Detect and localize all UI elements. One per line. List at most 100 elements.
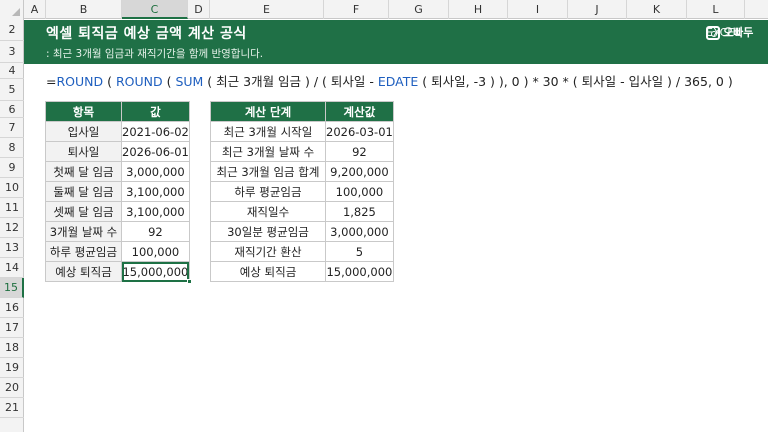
step-cell[interactable]: 최근 3개월 날짜 수 [210,141,326,162]
formula-function: ROUND [115,74,163,89]
result-cell[interactable]: 3,000,000 [325,221,394,242]
table-row: 셋째 달 임금 3,100,000 [45,201,190,222]
value-cell[interactable]: 3,100,000 [121,181,190,202]
column-header-F[interactable]: F [324,0,389,19]
row-header-5[interactable]: 5 [0,79,24,101]
input-table: 항목 값 입사일 2021-06-02 퇴사일 2026-06-01 첫째 달 임금… [45,101,192,284]
table-row: 최근 3개월 날짜 수 92 [210,141,394,162]
column-header-H[interactable]: H [449,0,508,19]
select-all-corner[interactable] [0,0,24,19]
row-header-14[interactable]: 14 [0,258,24,278]
selected-result-cell[interactable]: 15,000,000 [121,261,192,284]
column-header-K[interactable]: K [627,0,687,19]
row-header-7[interactable]: 7 [0,118,24,138]
table-row: 3개월 날짜 수 92 [45,221,190,242]
item-cell[interactable]: 둘째 달 임금 [45,181,122,202]
formula-part: ( [162,74,176,89]
formula-part: ( [103,74,116,89]
result-value: 15,000,000 [122,264,189,279]
row-header-11[interactable]: 11 [0,198,24,218]
result-cell[interactable]: 2026-03-01 [325,121,394,142]
fill-handle[interactable] [186,279,192,284]
header-item[interactable]: 항목 [45,101,122,122]
row-header-20[interactable]: 20 [0,378,24,398]
step-cell[interactable]: 최근 3개월 임금 합계 [210,161,326,182]
column-header-G[interactable]: G [389,0,449,19]
row-header-12[interactable]: 12 [0,218,24,238]
row-header-13[interactable]: 13 [0,238,24,258]
value-cell[interactable]: 92 [121,221,190,242]
result-cell[interactable]: 5 [325,241,394,262]
table-row: 예상 퇴직금 15,000,000 [45,261,192,284]
value-cell[interactable]: 100,000 [121,241,190,262]
value-cell[interactable]: 3,000,000 [121,161,190,182]
calculation-table: 계산 단계 계산값 최근 3개월 시작일 2026-03-01 최근 3개월 날짜… [210,101,394,282]
value-cell[interactable]: 3,100,000 [121,201,190,222]
table-row: 재직일수 1,825 [210,201,394,222]
row-header-18[interactable]: 18 [0,338,24,358]
row-header-21[interactable]: 21 [0,398,24,418]
result-cell[interactable]: 100,000 [325,181,394,202]
column-header-bar: A B C D E F G H I J K L [0,0,768,19]
step-cell[interactable]: 재직일수 [210,201,326,222]
column-header-E[interactable]: E [210,0,324,19]
table-header-row: 항목 값 [45,101,190,122]
column-header-B[interactable]: B [46,0,122,19]
row-header-10[interactable]: 10 [0,178,24,198]
table-row: 퇴사일 2026-06-01 [45,141,190,162]
step-cell[interactable]: 재직기간 환산 [210,241,326,262]
table-row: 최근 3개월 임금 합계 9,200,000 [210,161,394,182]
step-cell[interactable]: 30일분 평균임금 [210,221,326,242]
table-header-row: 계산 단계 계산값 [210,101,394,122]
row-header-bar: 2 3 4 5 6 7 8 9 10 11 12 13 14 15 16 17 … [0,19,24,432]
table-row: 둘째 달 임금 3,100,000 [45,181,190,202]
row-header-16[interactable]: 16 [0,298,24,318]
formula-text[interactable]: =ROUND ( ROUND ( SUM ( 최근 3개월 임금 ) / ( 퇴… [46,71,733,90]
header-result[interactable]: 계산값 [325,101,394,122]
row-header-9[interactable]: 9 [0,158,24,178]
row-header-17[interactable]: 17 [0,318,24,338]
table-row: 예상 퇴직금 15,000,000 [210,261,394,282]
row-header-19[interactable]: 19 [0,358,24,378]
row-header-3[interactable]: 3 [0,41,24,63]
result-cell[interactable]: 15,000,000 [325,261,394,282]
select-all-icon [12,8,20,16]
row-header-4[interactable]: 4 [0,63,24,79]
row-header-8[interactable]: 8 [0,138,24,158]
item-cell[interactable]: 셋째 달 임금 [45,201,122,222]
result-cell[interactable]: 9,200,000 [325,161,394,182]
row-header-15[interactable]: 15 [0,278,24,298]
table-row: 최근 3개월 시작일 2026-03-01 [210,121,394,142]
item-cell[interactable]: 예상 퇴직금 [45,261,122,282]
value-cell[interactable]: 2021-06-02 [121,121,190,142]
table-row: 하루 평균임금 100,000 [210,181,394,202]
column-header-D[interactable]: D [188,0,210,19]
column-header-J[interactable]: J [568,0,627,19]
column-header-A[interactable]: A [24,0,46,19]
table-row: 첫째 달 임금 3,000,000 [45,161,190,182]
item-cell[interactable]: 하루 평균임금 [45,241,122,262]
row-header-2[interactable]: 2 [0,19,24,41]
item-cell[interactable]: 입사일 [45,121,122,142]
table-row: 하루 평균임금 100,000 [45,241,190,262]
item-cell[interactable]: 3개월 날짜 수 [45,221,122,242]
row-header-6[interactable]: 6 [0,101,24,118]
column-header-L[interactable]: L [687,0,745,19]
column-header-C[interactable]: C [122,0,188,19]
step-cell[interactable]: 예상 퇴직금 [210,261,326,282]
column-header-I[interactable]: I [508,0,568,19]
step-cell[interactable]: 하루 평균임금 [210,181,326,202]
step-cell[interactable]: 최근 3개월 시작일 [210,121,326,142]
item-cell[interactable]: 퇴사일 [45,141,122,162]
result-cell[interactable]: 1,825 [325,201,394,222]
result-cell[interactable]: 92 [325,141,394,162]
banner-subtitle: : 최근 3개월 임금과 재직기간을 함께 반영합니다. [46,48,264,60]
formula-part: ( 퇴사일, -3 ) ), 0 ) * 30 * ( 퇴사일 - 입사일 ) … [418,74,733,89]
header-value[interactable]: 값 [121,101,190,122]
header-step[interactable]: 계산 단계 [210,101,326,122]
formula-function: SUM [175,74,204,89]
item-cell[interactable]: 첫째 달 임금 [45,161,122,182]
formula-part: = [46,74,57,89]
value-cell[interactable]: 2026-06-01 [121,141,190,162]
formula-function: ROUND [56,74,104,89]
